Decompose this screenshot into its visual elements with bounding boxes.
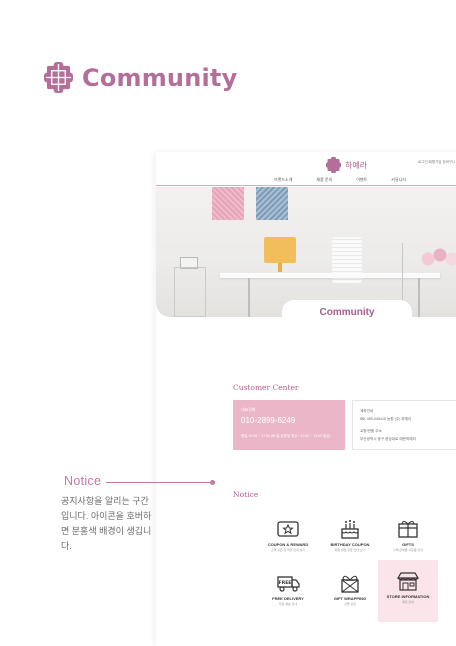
notice-item-kr: 회원 생일 쿠폰 안내 보기 [334, 548, 366, 552]
notice-item-coupon[interactable]: COUPON & REWARD 고객 쿠폰 및 적립 안내 보기 [258, 512, 318, 568]
flowers [420, 247, 456, 267]
notice-section-title: Notice [233, 490, 259, 499]
site-nav: 브랜드소개 제품 문의 이벤트 커뮤니티 [156, 177, 456, 183]
nav-item-products[interactable]: 제품 문의 [316, 177, 332, 183]
phone-number[interactable]: 010-2899-6249 [241, 416, 295, 425]
nav-item-community[interactable]: 커뮤니티 [391, 177, 406, 183]
customer-center-title: Customer Center [233, 383, 299, 392]
notice-item-birthday[interactable]: BIRTHDAY COUPON 회원 생일 쿠폰 안내 보기 [320, 512, 380, 568]
birthday-cake-icon [341, 520, 359, 539]
address-label: 교환/반품 주소 [360, 429, 382, 433]
annotation-title: Notice [64, 474, 102, 488]
notice-item-kr: 구매 금액별 사은품 안내 [392, 548, 424, 552]
notice-item-en: BIRTHDAY COUPON [330, 542, 370, 547]
notice-item-delivery[interactable]: FREE FREE DELIVERY 무료 배송 안내 [258, 566, 318, 622]
bank-info: IBK 499-045415 농협 (주) 하예라 [360, 417, 412, 421]
hero-label-tab: Community [282, 300, 412, 324]
monitor-stand [278, 263, 282, 272]
annotation-text: 공지사항을 알리는 구간입니다. 아이콘을 호버하면 분홍색 배경이 생깁니다. [61, 496, 152, 551]
notice-item-en: GIFT WRAPPING [333, 596, 367, 601]
notice-item-en: STORE INFORMATION [386, 594, 430, 599]
monitor [264, 237, 296, 263]
site-brand: 하예라 [345, 160, 368, 170]
hero-label: Community [319, 307, 375, 318]
site-logo[interactable]: 하예라 [326, 157, 367, 173]
business-hours: 평일 10:00 ~ 17:00 (토,일,공휴일 휴무 / 12:00 ~ 1… [241, 434, 331, 438]
svg-text:FREE: FREE [279, 580, 292, 586]
notice-item-kr: 선물 포장 [344, 602, 356, 606]
free-delivery-truck-icon: FREE [277, 576, 300, 592]
lattice-logo-icon [326, 157, 341, 173]
notice-item-kr: 고객 쿠폰 및 적립 안내 보기 [270, 548, 306, 552]
page-heading: Community [44, 62, 237, 93]
address-info: 부산광역시 중구 중앙대로 예문하예라 [360, 437, 416, 441]
gift-wrapping-icon [341, 575, 359, 593]
notice-item-kr: 무료 배송 안내 [278, 602, 298, 606]
notice-item-en: GIFTS [402, 542, 414, 547]
nav-item-brand[interactable]: 브랜드소개 [274, 177, 292, 183]
notice-item-store[interactable]: STORE INFORMATION 매장 안내 [378, 560, 438, 622]
desk-leg [248, 278, 250, 317]
bank-label: 계좌안내 [360, 409, 374, 413]
coupon-card-icon [277, 521, 299, 537]
site-header: 하예라 로그인 회원가입 장바구니 브랜드소개 제품 문의 이벤트 커뮤니티 [156, 152, 456, 186]
wall-art-blue [256, 187, 288, 220]
page-title: Community [82, 63, 238, 92]
bank-address-card: 계좌안내 IBK 499-045415 농협 (주) 하예라 교환/반품 주소 … [352, 400, 456, 450]
lattice-logo-icon [44, 62, 73, 93]
annotation-line [106, 482, 212, 483]
annotation-dot [210, 480, 215, 485]
phone-card: 대표전화 010-2899-6249 평일 10:00 ~ 17:00 (토,일… [233, 400, 345, 450]
gift-box-icon [398, 521, 418, 538]
notice-item-en: COUPON & REWARD [267, 542, 309, 547]
notice-item-en: FREE DELIVERY [272, 596, 304, 601]
notice-item-kr: 매장 안내 [402, 600, 414, 604]
hero-image [156, 187, 456, 317]
desk-leg [418, 278, 420, 317]
nav-divider [156, 185, 456, 186]
shelf-cart [174, 267, 206, 317]
desk [220, 273, 440, 278]
phone-label: 대표전화 [241, 407, 256, 412]
site-preview: 하예라 로그인 회원가입 장바구니 브랜드소개 제품 문의 이벤트 커뮤니티 C… [156, 152, 456, 646]
nav-item-events[interactable]: 이벤트 [356, 177, 367, 183]
site-util-links[interactable]: 로그인 회원가입 장바구니 [418, 160, 455, 165]
wall-art-pink [212, 187, 244, 220]
store-icon [396, 572, 420, 591]
notice-item-wrapping[interactable]: GIFT WRAPPING 선물 포장 [320, 566, 380, 622]
